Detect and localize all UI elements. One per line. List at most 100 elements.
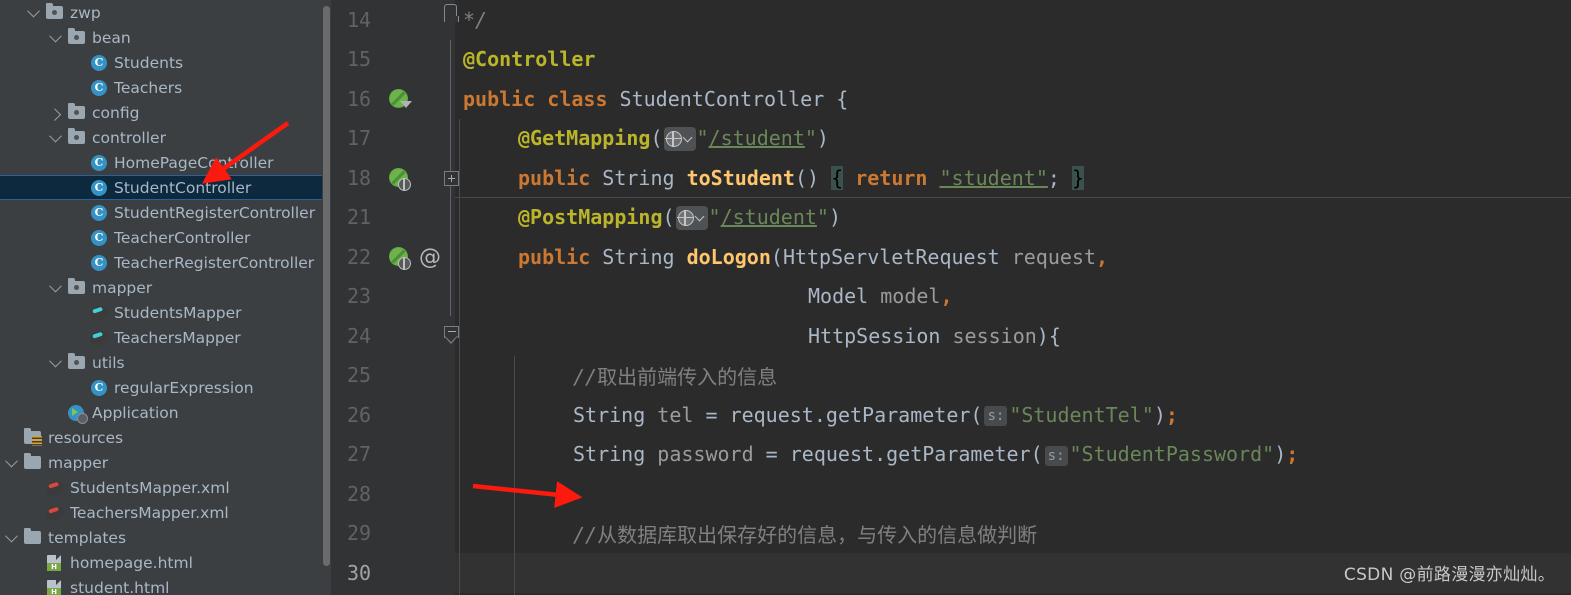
tree-item-label: StudentRegisterController bbox=[114, 203, 316, 222]
code-line-27[interactable]: 27 String password = request.getParameter… bbox=[331, 434, 1571, 474]
editor-gutter[interactable]: 29 bbox=[331, 513, 455, 553]
tree-item-label: mapper bbox=[92, 278, 153, 297]
navigate-down-icon[interactable] bbox=[400, 101, 412, 108]
tree-item-teachercontroller[interactable]: C TeacherController bbox=[0, 225, 331, 250]
tree-item-student-html[interactable]: student.html bbox=[0, 575, 331, 595]
code-tokens: public class StudentController { bbox=[463, 86, 849, 111]
code-text[interactable]: HttpSession session){ bbox=[455, 316, 1571, 356]
code-editor[interactable]: 14 */ 15 @Controller 16 public class StudentC… bbox=[331, 0, 1571, 595]
code-line-15[interactable]: 15 @Controller bbox=[331, 39, 1571, 80]
chevron-down-icon[interactable] bbox=[22, 4, 44, 18]
editor-gutter[interactable]: 30 bbox=[331, 553, 455, 593]
tree-item-homepage-html[interactable]: homepage.html bbox=[0, 550, 331, 575]
editor-gutter[interactable]: 15 bbox=[331, 39, 455, 79]
editor-gutter[interactable]: 17 bbox=[331, 118, 455, 158]
code-line-14[interactable]: 14 */ bbox=[331, 0, 1571, 40]
chevron-down-icon[interactable] bbox=[44, 129, 66, 143]
code-line-18[interactable]: 18 public String toStudent() { return "st… bbox=[331, 158, 1571, 198]
code-text[interactable]: public class StudentController { bbox=[455, 79, 1571, 119]
request-mapping-gutter-icon[interactable] bbox=[398, 257, 411, 270]
tree-item-utils[interactable]: utils bbox=[0, 350, 331, 375]
tree-item-application[interactable]: Application bbox=[0, 400, 331, 425]
indent-guide bbox=[514, 553, 515, 593]
chevron-down-icon[interactable] bbox=[44, 279, 66, 293]
tree-item-label: mapper bbox=[48, 453, 109, 472]
chevron-down-icon[interactable] bbox=[44, 29, 66, 43]
module-folder-icon bbox=[66, 128, 88, 147]
code-text[interactable]: String tel = request.getParameter(s: "Stu… bbox=[455, 395, 1571, 435]
editor-gutter[interactable]: 16 bbox=[331, 79, 455, 119]
chevron-down-icon[interactable] bbox=[0, 454, 22, 468]
editor-gutter[interactable]: 23 bbox=[331, 276, 455, 316]
tree-item-studentsmapper-xml[interactable]: StudentsMapper.xml bbox=[0, 475, 331, 500]
chevron-down-icon[interactable] bbox=[44, 354, 66, 368]
line-number: 21 bbox=[347, 205, 372, 230]
code-line-22[interactable]: 22 @ public String doLogon(HttpServletRequ… bbox=[331, 237, 1571, 277]
tree-item-bean[interactable]: bean bbox=[0, 25, 331, 50]
indent-guide bbox=[459, 513, 460, 553]
java-class-icon: C bbox=[88, 228, 110, 247]
tree-item-regularexpression[interactable]: CregularExpression bbox=[0, 375, 331, 400]
tree-item-studentcontroller[interactable]: C StudentController bbox=[0, 175, 331, 200]
editor-gutter[interactable]: 22 @ bbox=[331, 237, 455, 277]
tree-item-mapper[interactable]: mapper bbox=[0, 450, 331, 475]
line-number: 27 bbox=[347, 442, 372, 467]
editor-gutter[interactable]: 21 bbox=[331, 197, 455, 237]
scrollbar-thumb[interactable] bbox=[323, 6, 330, 566]
editor-gutter[interactable]: 28 bbox=[331, 474, 455, 514]
indent-guide bbox=[459, 158, 460, 198]
chevron-right-icon[interactable] bbox=[44, 108, 66, 121]
code-text[interactable]: //取出前端传入的信息 bbox=[455, 355, 1571, 395]
editor-gutter[interactable]: 24 bbox=[331, 316, 459, 356]
code-line-25[interactable]: 25 //取出前端传入的信息 bbox=[331, 355, 1571, 395]
code-text[interactable]: */ bbox=[455, 0, 1571, 40]
tree-item-students[interactable]: C Students bbox=[0, 50, 331, 75]
tree-item-homepagecontroller[interactable]: C HomePageController bbox=[0, 150, 331, 175]
tree-item-templates[interactable]: templates bbox=[0, 525, 331, 550]
editor-gutter[interactable]: 18 bbox=[331, 158, 459, 198]
line-number: 22 bbox=[347, 244, 372, 269]
editor-gutter[interactable]: 14 bbox=[331, 0, 459, 40]
java-class-icon: C bbox=[88, 203, 110, 222]
tree-item-studentregistercontroller[interactable]: C StudentRegisterController bbox=[0, 200, 331, 225]
indent-guide bbox=[459, 316, 460, 356]
code-text[interactable]: //从数据库取出保存好的信息，与传入的信息做判断 bbox=[455, 513, 1571, 553]
code-text[interactable]: @Controller bbox=[455, 40, 1571, 80]
code-text[interactable]: public String doLogon(HttpServletRequest… bbox=[455, 237, 1571, 277]
tree-item-teachersmapper[interactable]: TeachersMapper bbox=[0, 325, 331, 350]
code-line-24[interactable]: 24 HttpSession session){ bbox=[331, 316, 1571, 356]
code-line-16[interactable]: 16 public class StudentController { bbox=[331, 79, 1571, 119]
tree-item-resources[interactable]: resources bbox=[0, 425, 331, 450]
code-text[interactable]: @PostMapping("/student") bbox=[455, 197, 1571, 237]
code-text[interactable]: Model model, bbox=[455, 276, 1571, 316]
editor-gutter[interactable]: 27 bbox=[331, 434, 455, 474]
project-tree-scrollbar[interactable] bbox=[322, 0, 331, 595]
tree-item-mapper[interactable]: mapper bbox=[0, 275, 331, 300]
project-tool-window[interactable]: zwp bean C Students C Teachers config controlle… bbox=[0, 0, 331, 595]
code-content[interactable]: 14 */ 15 @Controller 16 public class StudentC… bbox=[331, 0, 1571, 595]
editor-gutter[interactable]: 26 bbox=[331, 395, 455, 435]
code-line-17[interactable]: 17 @GetMapping("/student") bbox=[331, 118, 1571, 158]
editor-gutter[interactable]: 25 bbox=[331, 355, 455, 395]
code-line-29[interactable]: 29 //从数据库取出保存好的信息，与传入的信息做判断 bbox=[331, 513, 1571, 553]
code-line-28[interactable]: 28 bbox=[331, 474, 1571, 514]
code-line-26[interactable]: 26 String tel = request.getParameter(s: "S… bbox=[331, 395, 1571, 435]
tree-item-config[interactable]: config bbox=[0, 100, 331, 125]
tree-item-teachersmapper-xml[interactable]: TeachersMapper.xml bbox=[0, 500, 331, 525]
code-text[interactable]: public String toStudent() { return "stud… bbox=[455, 158, 1571, 198]
code-line-23[interactable]: 23 Model model, bbox=[331, 276, 1571, 316]
code-text[interactable]: @GetMapping("/student") bbox=[455, 118, 1571, 158]
code-line-21[interactable]: 21 @PostMapping("/student") bbox=[331, 197, 1571, 237]
java-class-icon: C bbox=[88, 53, 110, 72]
code-text[interactable]: String password = request.getParameter(s… bbox=[455, 434, 1571, 474]
request-mapping-gutter-icon[interactable] bbox=[398, 178, 411, 191]
tree-item-studentsmapper[interactable]: StudentsMapper bbox=[0, 300, 331, 325]
annotation-gutter-icon[interactable]: @ bbox=[419, 245, 441, 270]
tree-item-teacherregistercontroller[interactable]: C TeacherRegisterController bbox=[0, 250, 331, 275]
project-tree[interactable]: zwp bean C Students C Teachers config controlle… bbox=[0, 0, 331, 595]
code-text[interactable] bbox=[455, 474, 1571, 514]
tree-item-zwp[interactable]: zwp bbox=[0, 0, 331, 25]
tree-item-teachers[interactable]: C Teachers bbox=[0, 75, 331, 100]
tree-item-controller[interactable]: controller bbox=[0, 125, 331, 150]
chevron-down-icon[interactable] bbox=[0, 529, 22, 543]
